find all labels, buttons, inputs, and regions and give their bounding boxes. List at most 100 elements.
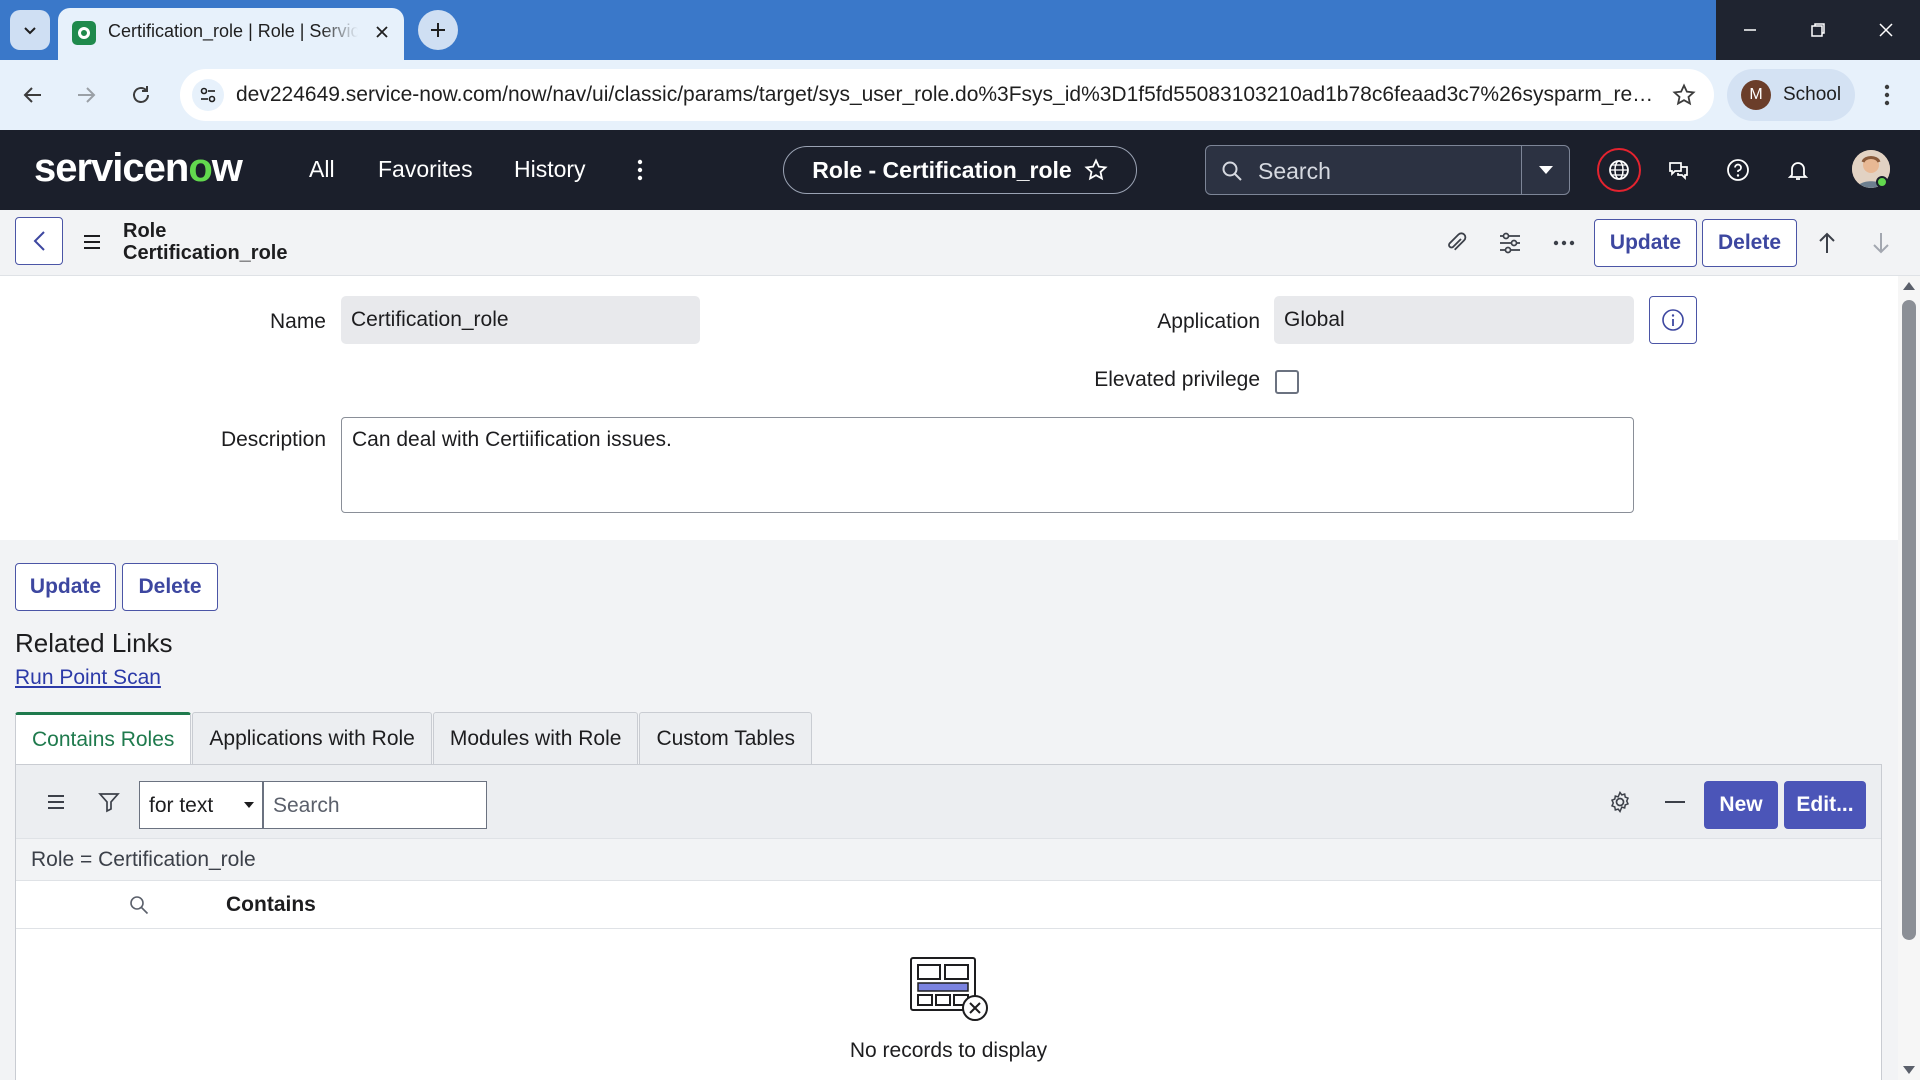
filter-button[interactable]	[96, 789, 122, 815]
global-search[interactable]: Search	[1205, 145, 1570, 195]
browser-toolbar: dev224649.service-now.com/now/nav/ui/cla…	[0, 60, 1920, 130]
tab-custom-tables[interactable]: Custom Tables	[639, 712, 812, 764]
application-field: Global	[1274, 296, 1634, 344]
arrow-down-icon	[1873, 233, 1889, 254]
edit-button[interactable]: Edit...	[1784, 781, 1866, 829]
bookmark-button[interactable]	[1670, 81, 1698, 109]
profile-name: School	[1783, 84, 1842, 105]
chevron-left-icon	[33, 231, 45, 251]
nav-history[interactable]: History	[514, 156, 586, 183]
delete-button-bottom[interactable]: Delete	[122, 563, 218, 611]
related-section: Update Delete Related Links Run Point Sc…	[0, 540, 1898, 1080]
caret-down-icon	[1538, 166, 1553, 174]
more-vertical-icon	[1884, 84, 1890, 106]
form-context-menu-button[interactable]	[80, 230, 104, 254]
sliders-icon	[1500, 232, 1520, 254]
hamburger-icon	[48, 795, 64, 809]
gear-icon	[1610, 790, 1630, 814]
form-title: Role Certification_role	[123, 220, 287, 264]
globe-icon	[1609, 160, 1629, 180]
update-button-top[interactable]: Update	[1594, 219, 1697, 267]
page-scrollbar[interactable]	[1898, 276, 1920, 1080]
nav-more-button[interactable]	[626, 156, 654, 184]
search-field-select[interactable]: for text	[139, 781, 263, 829]
previous-record-button[interactable]	[1812, 228, 1842, 258]
scope-picker-button[interactable]	[1597, 148, 1641, 192]
back-nav-button[interactable]	[13, 75, 53, 115]
elevated-privilege-label: Elevated privilege	[1094, 368, 1260, 391]
list-search-input[interactable]: Search	[263, 781, 487, 829]
minimize-icon	[1744, 29, 1756, 31]
chat-button[interactable]	[1657, 148, 1701, 192]
context-title: Role - Certification_role	[812, 156, 1072, 183]
arrow-right-icon	[78, 87, 96, 103]
close-icon	[1879, 23, 1893, 37]
profile-button[interactable]: M School	[1727, 69, 1855, 121]
close-window-button[interactable]	[1852, 0, 1920, 60]
tab-search-button[interactable]	[10, 10, 50, 50]
personalize-form-button[interactable]	[1495, 228, 1525, 258]
tab-applications-with-role[interactable]: Applications with Role	[192, 712, 432, 764]
search-scope-dropdown[interactable]	[1521, 146, 1569, 194]
related-links-title: Related Links	[15, 628, 173, 658]
global-search-input[interactable]: Search	[1258, 158, 1331, 185]
description-textarea[interactable]: Can deal with Certiification issues.	[341, 417, 1634, 513]
scrollbar-thumb[interactable]	[1902, 300, 1916, 940]
notifications-button[interactable]	[1776, 148, 1820, 192]
window-controls	[1716, 0, 1920, 60]
delete-button-top[interactable]: Delete	[1702, 219, 1797, 267]
more-vertical-icon	[637, 159, 643, 181]
list-menu-button[interactable]	[43, 789, 69, 815]
description-label: Description	[220, 428, 326, 451]
run-point-scan-link[interactable]: Run Point Scan	[15, 666, 161, 690]
column-contains[interactable]: Contains	[226, 893, 316, 917]
plus-icon	[431, 23, 445, 37]
browser-tab-active[interactable]: Certification_role | Role | ServiceNow	[58, 8, 404, 60]
tab-modules-with-role[interactable]: Modules with Role	[432, 712, 639, 764]
address-bar[interactable]: dev224649.service-now.com/now/nav/ui/cla…	[180, 69, 1714, 121]
name-field: Certification_role	[341, 296, 700, 344]
close-icon	[376, 26, 388, 38]
name-label: Name	[269, 310, 326, 333]
help-button[interactable]	[1716, 148, 1760, 192]
form-header: Role Certification_role Update Delete	[0, 210, 1920, 276]
reload-button[interactable]	[121, 75, 161, 115]
form-back-button[interactable]	[15, 217, 63, 265]
list-breadcrumb[interactable]: Role = Certification_role	[16, 838, 1881, 881]
chevron-down-icon	[24, 27, 36, 35]
star-icon	[1672, 83, 1696, 106]
scroll-down-icon[interactable]	[1903, 1066, 1915, 1074]
servicenow-logo[interactable]: servicenow	[34, 146, 243, 191]
profile-avatar: M	[1741, 80, 1771, 110]
restore-button[interactable]	[1784, 0, 1852, 60]
attachment-button[interactable]	[1441, 228, 1471, 258]
search-icon[interactable]	[129, 895, 149, 915]
scroll-up-icon[interactable]	[1903, 282, 1915, 290]
tab-contains-roles[interactable]: Contains Roles	[15, 712, 192, 764]
bell-icon	[1787, 162, 1809, 180]
help-icon	[1727, 159, 1749, 181]
next-record-button[interactable]	[1866, 228, 1896, 258]
presence-status-badge	[1876, 176, 1888, 188]
favorite-star-icon[interactable]	[1084, 158, 1108, 182]
list-toolbar: for text Search New Edit...	[16, 765, 1881, 838]
new-tab-button[interactable]	[418, 10, 458, 50]
update-button-bottom[interactable]: Update	[15, 563, 116, 611]
minimize-button[interactable]	[1716, 0, 1784, 60]
no-records-icon	[910, 957, 988, 1021]
hamburger-icon	[84, 235, 100, 249]
more-options-button[interactable]	[1549, 228, 1579, 258]
tab-close-button[interactable]	[370, 20, 394, 44]
nav-all[interactable]: All	[309, 156, 335, 183]
application-info-button[interactable]	[1649, 296, 1697, 344]
collapse-list-button[interactable]	[1662, 789, 1688, 815]
new-button[interactable]: New	[1704, 781, 1778, 829]
restore-icon	[1811, 23, 1825, 37]
list-settings-button[interactable]	[1607, 789, 1633, 815]
browser-menu-button[interactable]	[1870, 78, 1904, 112]
forward-nav-button[interactable]	[66, 75, 106, 115]
elevated-privilege-checkbox[interactable]	[1275, 370, 1299, 394]
nav-favorites[interactable]: Favorites	[378, 156, 473, 183]
site-info-button[interactable]	[192, 79, 224, 111]
reload-icon	[133, 86, 149, 103]
